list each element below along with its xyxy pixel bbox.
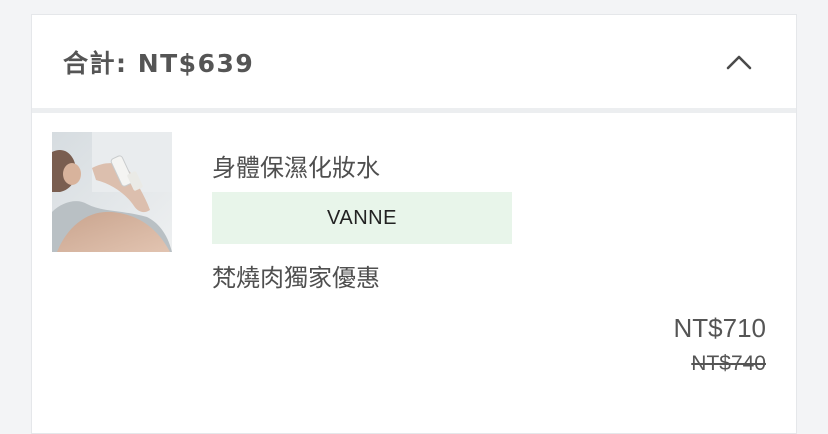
sale-price: NT$710	[673, 313, 767, 343]
order-summary-toggle[interactable]: 合計: NT$639	[32, 15, 796, 113]
brand-badge: VANNE	[212, 192, 512, 244]
original-price: NT$740	[691, 352, 766, 375]
product-name: 身體保濕化妝水	[212, 154, 380, 182]
promotion-label: 梵燒肉獨家優惠	[212, 264, 380, 292]
product-image[interactable]	[52, 132, 172, 252]
order-summary-card: 合計: NT$639 身體保濕化妝水 VANNE 梵燒肉獨家優惠 NT$710 …	[31, 14, 797, 434]
cart-item: 身體保濕化妝水 VANNE 梵燒肉獨家優惠 NT$710 NT$740	[52, 132, 796, 392]
order-total: 合計: NT$639	[63, 48, 255, 78]
chevron-up-icon[interactable]	[726, 54, 752, 70]
